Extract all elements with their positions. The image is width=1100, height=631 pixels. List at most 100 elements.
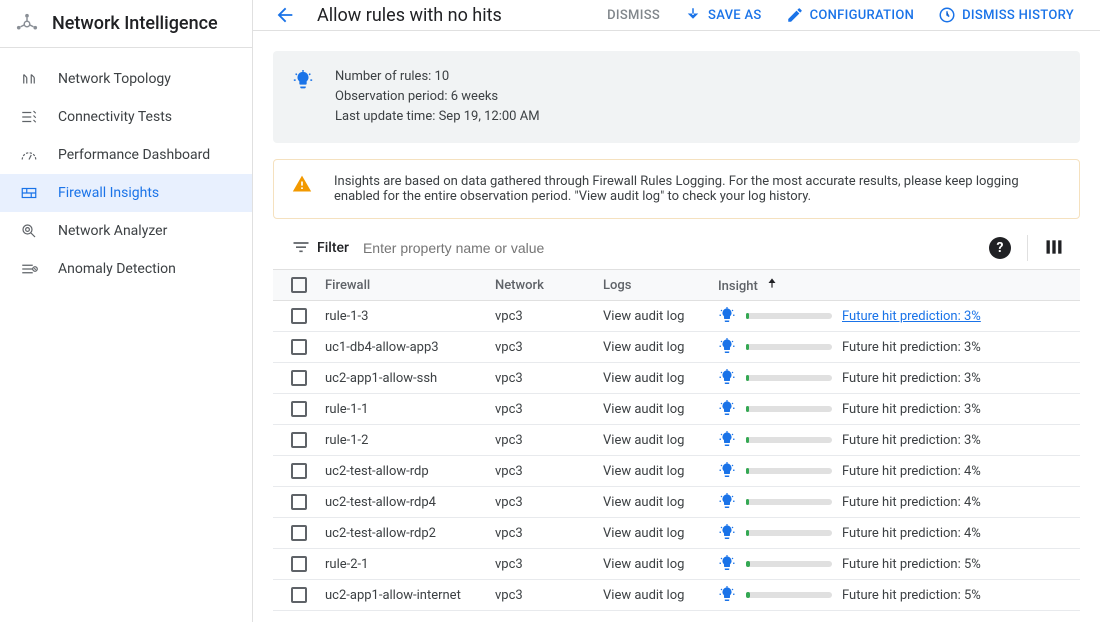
view-audit-log-link[interactable]: View audit log	[603, 371, 684, 386]
cell-firewall: uc2-test-allow-rdp4	[317, 487, 487, 518]
download-icon	[684, 6, 702, 24]
info-lines: Number of rules: 10 Observation period: …	[335, 67, 540, 127]
sidebar-item-anomaly-detection[interactable]: Anomaly Detection	[0, 250, 252, 288]
table-row: rule-2-1 vpc3 View audit log Future hit …	[273, 549, 1080, 580]
lightbulb-icon	[718, 493, 736, 511]
connectivity-icon	[20, 108, 38, 126]
warning-icon	[292, 174, 314, 196]
sidebar-item-performance-dashboard[interactable]: Performance Dashboard	[0, 136, 252, 174]
lightbulb-icon	[718, 431, 736, 449]
filter-bar: Filter ?	[273, 227, 1080, 270]
prediction-bar	[746, 468, 832, 474]
sidebar-item-label: Firewall Insights	[58, 185, 159, 201]
product-name: Network Intelligence	[52, 13, 218, 34]
pencil-icon	[786, 6, 804, 24]
save-as-button[interactable]: SAVE AS	[678, 0, 768, 30]
row-checkbox[interactable]	[291, 525, 307, 541]
prediction-text[interactable]: Future hit prediction: 3%	[842, 309, 981, 324]
row-checkbox[interactable]	[291, 370, 307, 386]
prediction-bar	[746, 499, 832, 505]
cell-firewall: rule-1-2	[317, 425, 487, 456]
view-audit-log-link[interactable]: View audit log	[603, 464, 684, 479]
info-line: Observation period: 6 weeks	[335, 87, 540, 107]
filter-icon	[291, 238, 311, 258]
back-button[interactable]	[273, 3, 297, 27]
prediction-bar	[746, 406, 832, 412]
col-insight[interactable]: Insight	[710, 270, 1080, 301]
sidebar-item-connectivity-tests[interactable]: Connectivity Tests	[0, 98, 252, 136]
row-checkbox[interactable]	[291, 494, 307, 510]
prediction-bar	[746, 561, 832, 567]
sidebar: Network Intelligence Network Topology Co…	[0, 0, 253, 622]
main-panel: Allow rules with no hits DISMISS SAVE AS…	[253, 0, 1100, 622]
lightbulb-icon	[718, 400, 736, 418]
view-audit-log-link[interactable]: View audit log	[603, 309, 684, 324]
prediction-text: Future hit prediction: 5%	[842, 588, 981, 603]
row-checkbox[interactable]	[291, 587, 307, 603]
cell-network: vpc3	[487, 580, 595, 611]
col-firewall[interactable]: Firewall	[317, 270, 487, 301]
cell-firewall: rule-1-1	[317, 394, 487, 425]
prediction-text: Future hit prediction: 3%	[842, 371, 981, 386]
prediction-bar	[746, 437, 832, 443]
row-checkbox[interactable]	[291, 308, 307, 324]
info-line: Number of rules: 10	[335, 67, 540, 87]
configuration-button[interactable]: CONFIGURATION	[780, 0, 921, 30]
table-row: rule-1-3 vpc3 View audit log Future hit …	[273, 301, 1080, 332]
cell-network: vpc3	[487, 487, 595, 518]
filter-input[interactable]	[361, 239, 989, 257]
prediction-bar	[746, 375, 832, 381]
warning-text: Insights are based on data gathered thro…	[334, 174, 1061, 204]
analyzer-icon	[20, 222, 38, 240]
row-checkbox[interactable]	[291, 463, 307, 479]
view-audit-log-link[interactable]: View audit log	[603, 433, 684, 448]
cell-network: vpc3	[487, 456, 595, 487]
performance-icon	[20, 146, 38, 164]
warning-card: Insights are based on data gathered thro…	[273, 159, 1080, 219]
col-logs[interactable]: Logs	[595, 270, 710, 301]
lightbulb-icon	[718, 586, 736, 604]
info-card: Number of rules: 10 Observation period: …	[273, 51, 1080, 143]
sidebar-item-network-analyzer[interactable]: Network Analyzer	[0, 212, 252, 250]
dismiss-button[interactable]: DISMISS	[601, 2, 666, 29]
lightbulb-icon	[718, 338, 736, 356]
view-audit-log-link[interactable]: View audit log	[603, 495, 684, 510]
sidebar-item-network-topology[interactable]: Network Topology	[0, 60, 252, 98]
sidebar-item-label: Network Topology	[58, 71, 171, 87]
table-row: uc2-app1-allow-ssh vpc3 View audit log F…	[273, 363, 1080, 394]
cell-network: vpc3	[487, 301, 595, 332]
sidebar-item-label: Network Analyzer	[58, 223, 167, 239]
select-all-checkbox[interactable]	[291, 277, 307, 293]
row-checkbox[interactable]	[291, 339, 307, 355]
help-icon[interactable]: ?	[989, 237, 1011, 259]
brand-header: Network Intelligence	[0, 0, 252, 48]
prediction-text: Future hit prediction: 5%	[842, 557, 981, 572]
row-checkbox[interactable]	[291, 401, 307, 417]
anomaly-icon	[20, 260, 38, 278]
prediction-bar	[746, 530, 832, 536]
lightbulb-icon	[718, 462, 736, 480]
table-row: uc2-test-allow-rdp4 vpc3 View audit log …	[273, 487, 1080, 518]
row-checkbox[interactable]	[291, 556, 307, 572]
filter-label: Filter	[317, 240, 349, 256]
table-row: rule-1-2 vpc3 View audit log Future hit …	[273, 425, 1080, 456]
sidebar-item-firewall-insights[interactable]: Firewall Insights	[0, 174, 252, 212]
view-audit-log-link[interactable]: View audit log	[603, 588, 684, 603]
dismiss-history-button[interactable]: DISMISS HISTORY	[932, 0, 1080, 30]
view-audit-log-link[interactable]: View audit log	[603, 526, 684, 541]
row-checkbox[interactable]	[291, 432, 307, 448]
divider	[1027, 235, 1028, 261]
topbar: Allow rules with no hits DISMISS SAVE AS…	[253, 0, 1100, 31]
cell-firewall: uc2-test-allow-rdp	[317, 456, 487, 487]
view-audit-log-link[interactable]: View audit log	[603, 402, 684, 417]
clock-icon	[938, 6, 956, 24]
view-audit-log-link[interactable]: View audit log	[603, 340, 684, 355]
view-audit-log-link[interactable]: View audit log	[603, 557, 684, 572]
cell-network: vpc3	[487, 363, 595, 394]
columns-icon[interactable]	[1044, 237, 1066, 259]
col-network[interactable]: Network	[487, 270, 595, 301]
prediction-text: Future hit prediction: 4%	[842, 464, 981, 479]
side-nav: Network Topology Connectivity Tests Perf…	[0, 48, 252, 288]
firewall-icon	[20, 184, 38, 202]
prediction-text: Future hit prediction: 3%	[842, 340, 981, 355]
